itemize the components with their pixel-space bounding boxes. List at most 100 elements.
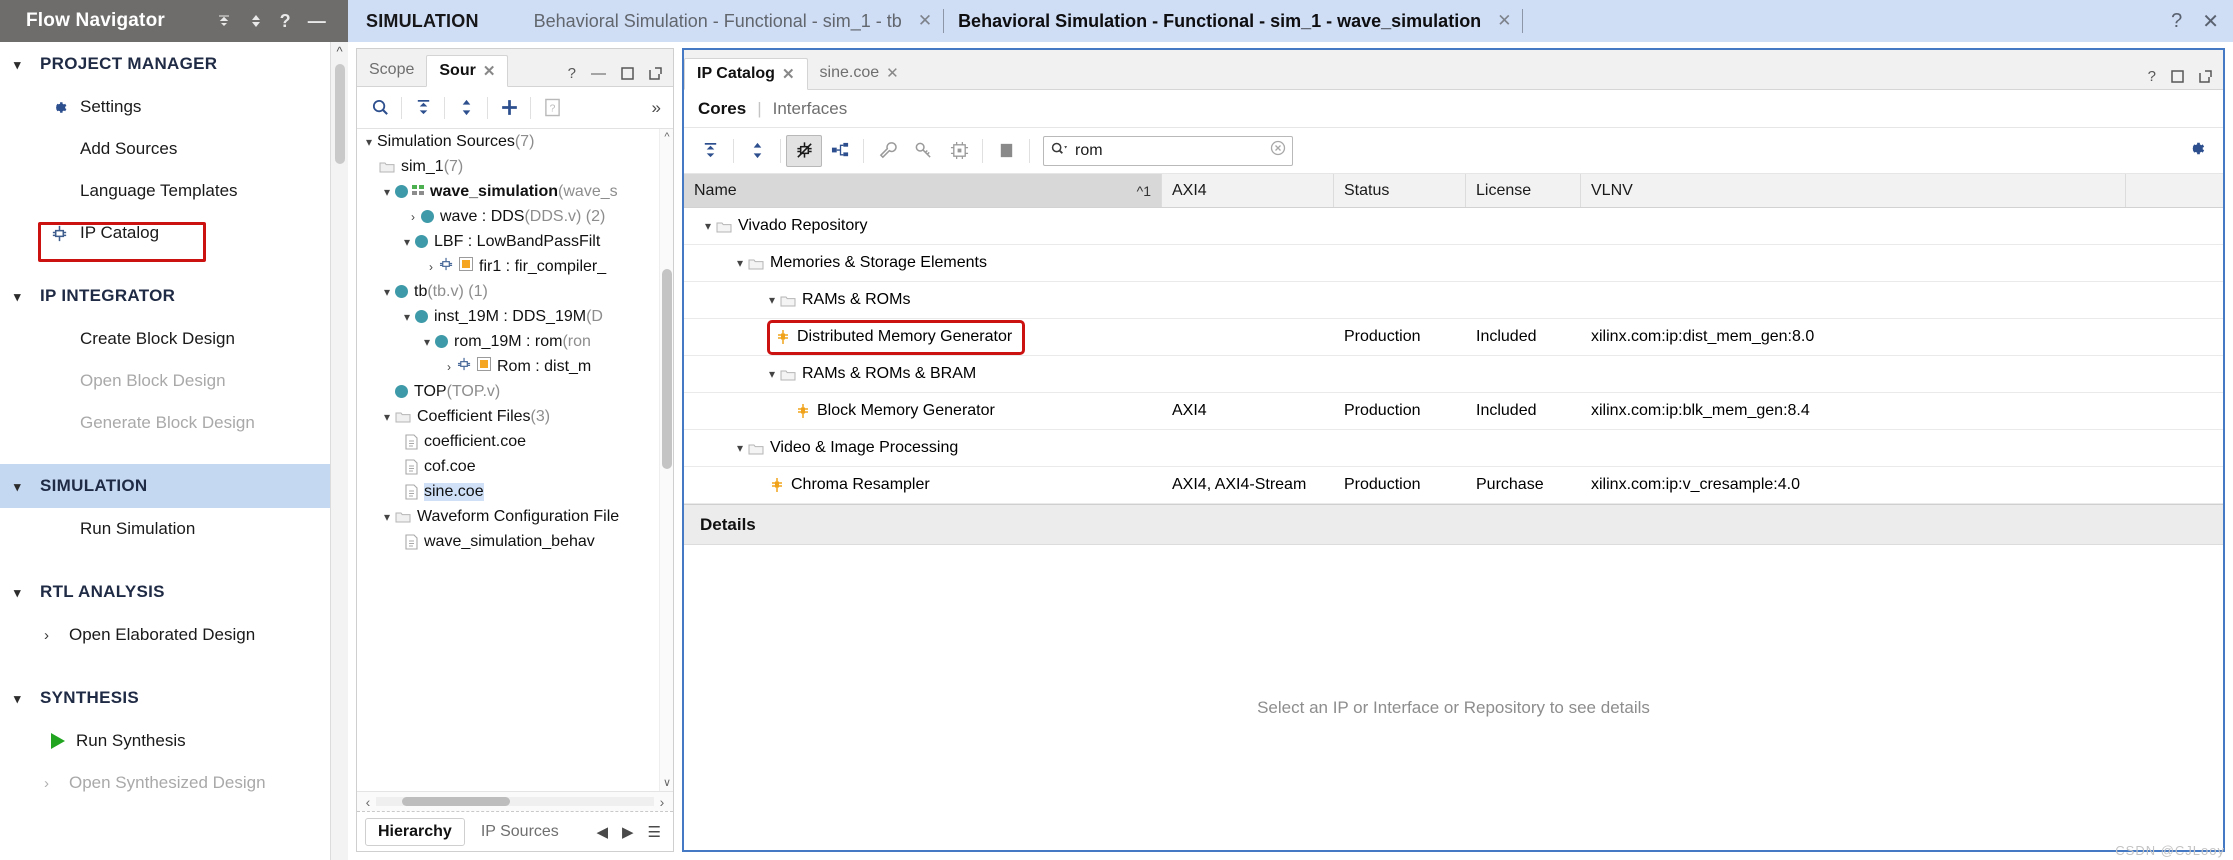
wrench-icon[interactable] [869, 135, 905, 167]
help-icon[interactable]: ? [2171, 10, 2182, 33]
properties-icon[interactable]: ? [535, 93, 569, 123]
flow-navigator-scrollbar[interactable]: ^ [330, 42, 348, 860]
tree-row-cof-coe[interactable]: cof.coe [357, 454, 673, 479]
column-header-axi4[interactable]: AXI4 [1162, 174, 1334, 207]
square-icon[interactable] [988, 135, 1024, 167]
close-icon[interactable]: ✕ [483, 62, 496, 80]
sources-tree-scrollbar[interactable]: ^ ∨ [659, 129, 673, 791]
flow-section-rtl-analysis[interactable]: ▾ RTL ANALYSIS [0, 570, 348, 614]
table-row-chroma-resampler[interactable]: Chroma Resampler AXI4, AXI4-Stream Produ… [684, 467, 2223, 504]
flow-item-language-templates[interactable]: Language Templates [0, 170, 348, 212]
maximize-icon[interactable] [621, 67, 634, 80]
collapse-all-icon[interactable] [692, 135, 728, 167]
flow-item-open-elaborated-design[interactable]: › Open Elaborated Design [0, 614, 348, 656]
tab-scope[interactable]: Scope [357, 54, 426, 86]
close-icon[interactable]: ✕ [886, 64, 899, 82]
float-icon[interactable] [2199, 70, 2212, 83]
column-header-vlnv[interactable]: VLNV [1581, 174, 2126, 207]
close-icon[interactable]: ✕ [1497, 11, 1511, 31]
flow-item-ip-catalog[interactable]: IP Catalog [0, 212, 348, 254]
flow-section-simulation[interactable]: ▾ SIMULATION [0, 464, 348, 508]
subtab-cores[interactable]: Cores [698, 99, 746, 119]
flow-section-synthesis[interactable]: ▾ SYNTHESIS [0, 676, 348, 720]
tree-row-tb[interactable]: ▾ tb (tb.v) (1) [357, 279, 673, 304]
clear-icon[interactable] [1270, 140, 1286, 161]
tab-sources[interactable]: Sour ✕ [426, 55, 509, 87]
next-icon[interactable]: ▶ [622, 823, 634, 841]
flow-item-create-block-design[interactable]: Create Block Design [0, 318, 348, 360]
flow-item-settings[interactable]: Settings [0, 86, 348, 128]
expand-collapse-icon[interactable] [249, 13, 263, 29]
tab-sine-coe[interactable]: sine.coe ✕ [808, 57, 911, 89]
add-sources-icon[interactable] [492, 93, 526, 123]
tree-row-top[interactable]: TOP (TOP.v) [357, 379, 673, 404]
tree-row-rom-dist-mem[interactable]: › Rom : dist_m [357, 354, 673, 379]
tree-row-sim1[interactable]: sim_1 (7) [357, 154, 673, 179]
tree-row-wave-dds[interactable]: › wave : DDS (DDS.v) (2) [357, 204, 673, 229]
expand-all-icon[interactable] [449, 93, 483, 123]
tree-row-waveform-config-files[interactable]: ▾ Waveform Configuration File [357, 504, 673, 529]
tab-hierarchy[interactable]: Hierarchy [365, 817, 465, 846]
tree-row-fir1[interactable]: › fir1 : fir_compiler_ [357, 254, 673, 279]
chevron-down-icon[interactable]: ▾ [732, 441, 748, 455]
tree-row-lbf[interactable]: ▾ LBF : LowBandPassFilt [357, 229, 673, 254]
close-icon[interactable]: ✕ [2202, 9, 2219, 34]
scroll-right-icon[interactable]: › [654, 794, 670, 810]
tab-behavioral-sim-tb[interactable]: Behavioral Simulation - Functional - sim… [534, 11, 902, 32]
scrollbar-thumb[interactable] [402, 797, 510, 806]
table-row[interactable]: ▾ Video & Image Processing [684, 430, 2223, 467]
search-input[interactable]: rom [1043, 135, 1293, 166]
search-dropdown-icon[interactable] [1050, 141, 1069, 161]
chevron-down-icon[interactable]: ▾ [764, 367, 780, 381]
close-icon[interactable]: ✕ [782, 65, 795, 83]
scroll-down-icon[interactable]: ∨ [660, 776, 673, 789]
flow-section-ip-integrator[interactable]: ▾ IP INTEGRATOR [0, 274, 348, 318]
tab-behavioral-sim-wave[interactable]: Behavioral Simulation - Functional - sim… [958, 11, 1481, 32]
help-icon[interactable]: ? [2148, 68, 2156, 85]
flow-item-run-simulation[interactable]: Run Simulation [0, 508, 348, 550]
table-row[interactable]: ▾ Memories & Storage Elements [684, 245, 2223, 282]
scrollbar-thumb[interactable] [662, 269, 672, 469]
sources-horizontal-scrollbar[interactable]: ‹ › [357, 791, 673, 811]
tree-row-sine-coe[interactable]: sine.coe [357, 479, 673, 504]
table-row[interactable]: ▾ RAMs & ROMs & BRAM [684, 356, 2223, 393]
collapse-all-icon[interactable] [216, 13, 232, 29]
scrollbar-thumb[interactable] [335, 64, 345, 164]
column-header-status[interactable]: Status [1334, 174, 1466, 207]
help-icon[interactable]: ? [568, 65, 576, 82]
sources-tree[interactable]: ▾ Simulation Sources (7) sim_1 (7) ▾ wav… [357, 129, 673, 791]
close-icon[interactable]: ✕ [918, 11, 932, 31]
prev-icon[interactable]: ◀ [596, 823, 608, 841]
collapse-all-icon[interactable] [406, 93, 440, 123]
scrollbar-track[interactable] [376, 797, 654, 806]
flow-item-run-synthesis[interactable]: Run Synthesis [0, 720, 348, 762]
gear-icon[interactable] [2186, 138, 2215, 164]
column-header-name[interactable]: Name ^1 [684, 174, 1162, 207]
tab-ip-sources[interactable]: IP Sources [469, 818, 571, 846]
minimize-icon[interactable]: — [591, 65, 606, 82]
table-row-block-memory-generator[interactable]: Block Memory Generator AXI4 Production I… [684, 393, 2223, 430]
tree-row-wave-simulation[interactable]: ▾ wave_simulation (wave_s [357, 179, 673, 204]
scroll-left-icon[interactable]: ‹ [360, 794, 376, 810]
subtab-interfaces[interactable]: Interfaces [773, 99, 848, 119]
chip-icon[interactable] [941, 135, 977, 167]
chevron-down-icon[interactable]: ▾ [732, 256, 748, 270]
chevron-down-icon[interactable]: ▾ [700, 219, 716, 233]
help-icon[interactable]: ? [280, 12, 291, 30]
chevron-down-icon[interactable]: ▾ [764, 293, 780, 307]
float-icon[interactable] [649, 67, 662, 80]
flow-item-add-sources[interactable]: Add Sources [0, 128, 348, 170]
maximize-icon[interactable] [2171, 70, 2184, 83]
scroll-up-icon[interactable]: ^ [660, 131, 673, 143]
menu-icon[interactable]: ☰ [648, 823, 661, 841]
minimize-icon[interactable]: — [308, 12, 326, 30]
tree-row-coefficient-files[interactable]: ▾ Coefficient Files (3) [357, 404, 673, 429]
key-icon[interactable] [905, 135, 941, 167]
hierarchy-icon[interactable] [822, 135, 858, 167]
ip-filter-icon[interactable] [786, 134, 822, 167]
tree-row-inst-19m[interactable]: ▾ inst_19M : DDS_19M (D [357, 304, 673, 329]
table-row[interactable]: ▾ Vivado Repository [684, 208, 2223, 245]
search-icon[interactable] [363, 93, 397, 123]
more-icon[interactable]: » [652, 98, 667, 118]
tree-row-coefficient-coe[interactable]: coefficient.coe [357, 429, 673, 454]
